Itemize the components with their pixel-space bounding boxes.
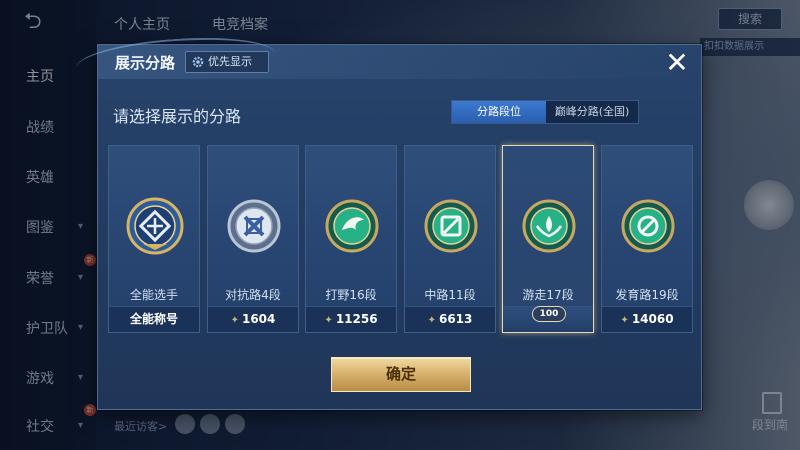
- card-label: 对抗路4段: [225, 288, 281, 302]
- route-card-jungle[interactable]: 打野16段 ✦ 11256: [305, 145, 397, 333]
- tab-peak-route[interactable]: 巅峰分路(全国): [546, 101, 638, 123]
- route-card-clash[interactable]: 对抗路4段 ✦ 1604: [207, 145, 299, 333]
- card-bottom-text: 全能称号: [129, 312, 178, 326]
- card-bottom: ✦ 6613: [405, 306, 495, 332]
- route-display-modal: 展示分路 优先显示 ✕ 请选择展示的分路 分路段位 巅峰分路(全国) 全能选手 …: [74, 32, 702, 410]
- route-card-allround[interactable]: 全能选手 全能称号: [108, 145, 200, 333]
- card-bottom-text: 14060: [631, 312, 674, 326]
- route-card-mid[interactable]: 中路11段 ✦ 6613: [404, 145, 496, 333]
- priority-button-label: 优先显示: [208, 55, 252, 68]
- allround-emblem-icon: [126, 197, 184, 255]
- card-bottom: 全能称号: [109, 306, 199, 332]
- confirm-button[interactable]: 确定: [331, 357, 471, 392]
- card-label: 全能选手: [129, 288, 178, 302]
- card-bottom-text: 6613: [438, 312, 473, 326]
- priority-display-button[interactable]: 优先显示: [185, 51, 269, 73]
- route-card-roam[interactable]: 游走17段 100: [502, 145, 594, 333]
- card-label: 游走17段: [522, 288, 574, 302]
- rank-points-icon: ✦: [620, 315, 629, 326]
- modal-title: 展示分路: [115, 54, 176, 72]
- rank-points-icon: ✦: [324, 315, 333, 326]
- clash-lane-emblem-icon: [227, 199, 281, 253]
- card-bottom-text: 11256: [335, 312, 378, 326]
- card-bottom: ✦ 1604: [208, 306, 298, 332]
- card-bottom: ✦ 11256: [306, 306, 396, 332]
- card-label: 发育路19段: [615, 288, 679, 302]
- card-label: 中路11段: [424, 288, 476, 302]
- card-label: 打野16段: [325, 288, 377, 302]
- route-card-farm[interactable]: 发育路19段 ✦ 14060: [601, 145, 693, 333]
- tab-route-rank[interactable]: 分路段位: [452, 101, 546, 123]
- card-bottom: ✦ 14060: [602, 306, 692, 332]
- close-icon[interactable]: ✕: [663, 49, 691, 77]
- farm-lane-emblem-icon: [621, 199, 675, 253]
- rank-points-icon: ✦: [427, 315, 436, 326]
- modal-subtitle: 请选择展示的分路: [113, 107, 242, 126]
- route-type-toggle: 分路段位 巅峰分路(全国): [451, 100, 639, 124]
- roam-emblem-icon: [522, 199, 576, 253]
- mid-lane-emblem-icon: [424, 199, 478, 253]
- card-bottom-text: 1604: [241, 312, 276, 326]
- gear-icon: [192, 56, 204, 68]
- jungle-emblem-icon: [325, 199, 379, 253]
- rank-100-badge: 100: [532, 306, 566, 322]
- rank-points-icon: ✦: [230, 315, 239, 326]
